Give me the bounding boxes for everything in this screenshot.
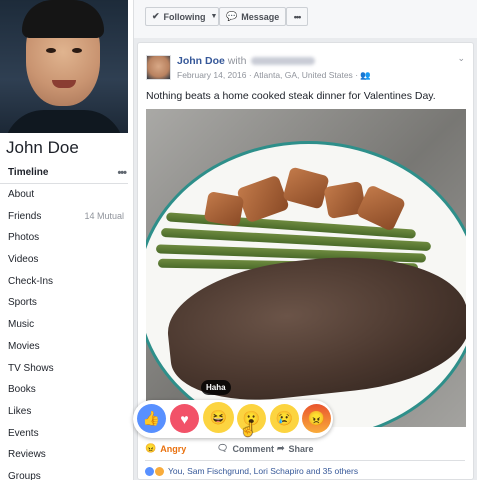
profile-action-bar: ✔ Following ▼ 💬 Message ••• <box>134 0 477 38</box>
following-button[interactable]: ✔ Following ▼ <box>145 7 219 26</box>
angry-label: Angry <box>160 443 187 454</box>
nav-item-label: Timeline <box>8 167 49 179</box>
post-with-label: with <box>227 55 247 67</box>
nav-item-videos[interactable]: Videos <box>0 249 134 271</box>
nav-item-label: Music <box>8 319 35 331</box>
post-options-chevron-icon[interactable]: ⌄ <box>457 53 465 64</box>
post-date[interactable]: February 14, 2016 <box>177 70 246 80</box>
post-header: John Doe with <box>177 55 316 67</box>
following-label: Following <box>163 11 206 22</box>
profile-nav: Timeline ••• About Friends 14 Mutual Pho… <box>0 162 134 480</box>
share-button[interactable]: ➦ Share <box>277 443 314 454</box>
nav-item-label: Groups <box>8 470 41 480</box>
nav-item-label: Likes <box>8 405 32 417</box>
nav-item-tv-shows[interactable]: TV Shows <box>0 357 134 379</box>
nav-item-reviews[interactable]: Reviews <box>0 444 134 466</box>
nav-item-music[interactable]: Music <box>0 314 134 336</box>
nav-item-label: Books <box>8 384 36 396</box>
profile-sidebar: John Doe Timeline ••• About Friends 14 M… <box>0 0 134 480</box>
profile-name[interactable]: John Doe <box>6 138 79 158</box>
post-location[interactable]: Atlanta, GA, United States <box>254 70 353 80</box>
share-icon: ➦ <box>277 443 285 453</box>
haha-icon[interactable]: 😆 <box>203 402 234 433</box>
nav-item-about[interactable]: About <box>0 184 134 206</box>
nav-item-label: Friends <box>8 210 42 222</box>
post-author-avatar[interactable] <box>146 55 171 80</box>
hand-cursor-icon: ☝ <box>240 422 257 437</box>
angry-summary-icon <box>155 466 164 476</box>
nav-item-timeline[interactable]: Timeline ••• <box>0 162 134 184</box>
profile-photo-eye <box>46 48 56 53</box>
checkmark-icon: ✔ <box>152 11 160 21</box>
reaction-picker: 👍 ♥ 😆 😮 😢 😠 <box>133 400 333 438</box>
nav-item-label: Videos <box>8 254 39 266</box>
messenger-icon: 💬 <box>226 11 238 21</box>
divider <box>145 460 465 461</box>
profile-photo-hair <box>22 0 104 38</box>
audience-friends-icon[interactable]: 👥 <box>360 70 371 80</box>
angry-icon[interactable]: 😠 <box>302 404 331 433</box>
love-icon[interactable]: ♥ <box>170 404 199 433</box>
mutual-friends-count: 14 Mutual <box>84 211 124 222</box>
profile-photo[interactable] <box>0 0 128 133</box>
nav-item-check-ins[interactable]: Check-Ins <box>0 270 134 292</box>
nav-item-books[interactable]: Books <box>0 379 134 401</box>
nav-item-likes[interactable]: Likes <box>0 401 134 423</box>
comment-icon: 🗨 <box>217 443 229 453</box>
like-summary-icon <box>145 466 154 476</box>
post-actions: 😠 Angry 🗨 Comment ➦ Share <box>137 440 474 458</box>
nav-item-label: TV Shows <box>8 362 54 374</box>
post-meta: February 14, 2016 · Atlanta, GA, United … <box>177 70 371 81</box>
post-photo[interactable] <box>146 109 466 427</box>
reaction-tooltip: Haha <box>201 380 231 395</box>
reactions-summary[interactable]: You, Sam Fischgrund, Lori Schapiro and 3… <box>145 466 358 476</box>
reactions-summary-text: You, Sam Fischgrund, Lori Schapiro and 3… <box>168 466 359 476</box>
more-button[interactable]: ••• <box>286 7 308 26</box>
post-author-link[interactable]: John Doe <box>177 55 225 67</box>
reaction-angry-button[interactable]: 😠 Angry <box>145 443 186 454</box>
nav-item-photos[interactable]: Photos <box>0 227 134 249</box>
tagged-friend-redacted <box>251 57 316 66</box>
message-button[interactable]: 💬 Message <box>219 7 286 26</box>
post-text: Nothing beats a home cooked steak dinner… <box>146 90 436 102</box>
profile-photo-shirt <box>4 110 124 133</box>
nav-item-friends[interactable]: Friends 14 Mutual <box>0 205 134 227</box>
comment-label: Comment <box>232 443 274 454</box>
share-label: Share <box>288 443 314 454</box>
more-options-icon[interactable]: ••• <box>117 167 127 179</box>
nav-item-movies[interactable]: Movies <box>0 336 134 358</box>
sad-icon[interactable]: 😢 <box>270 404 299 433</box>
nav-item-label: Sports <box>8 297 37 309</box>
nav-item-sports[interactable]: Sports <box>0 292 134 314</box>
photo-potato <box>203 191 245 227</box>
angry-small-icon: 😠 <box>145 443 157 453</box>
nav-item-events[interactable]: Events <box>0 422 134 444</box>
nav-item-label: Reviews <box>8 449 46 461</box>
message-label: Message <box>241 11 280 22</box>
nav-item-label: About <box>8 189 35 201</box>
nav-item-label: Photos <box>8 232 40 244</box>
comment-button[interactable]: 🗨 Comment <box>217 443 274 454</box>
nav-item-label: Events <box>8 427 39 439</box>
nav-item-label: Check-Ins <box>8 275 54 287</box>
profile-photo-eye <box>72 48 82 53</box>
nav-item-label: Movies <box>8 340 40 352</box>
nav-item-groups[interactable]: Groups <box>0 466 134 480</box>
chevron-down-icon: ▼ <box>210 13 218 20</box>
like-icon[interactable]: 👍 <box>137 404 166 433</box>
